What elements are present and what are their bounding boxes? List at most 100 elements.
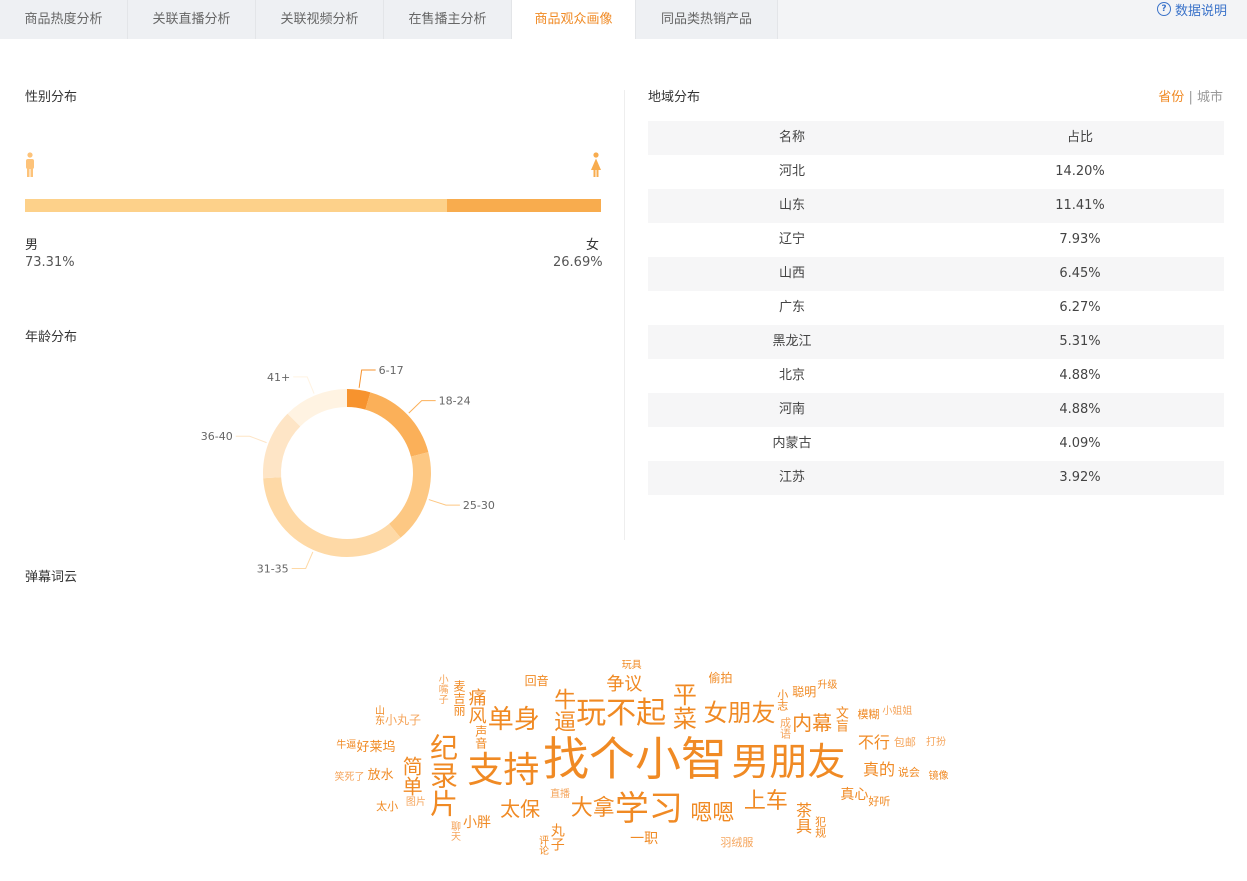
region-name: 北京 — [778, 368, 805, 383]
male-percent: 73.31% — [25, 255, 75, 270]
word-cloud-term: 牛逼 — [336, 739, 357, 751]
tab-hot-products[interactable]: 同品类热销产品 — [636, 0, 778, 39]
word-cloud-term: 升级 — [817, 680, 838, 692]
table-row: 北京 4.88% — [648, 359, 1224, 393]
table-row: 辽宁 7.93% — [648, 223, 1224, 257]
gender-title: 性别分布 — [25, 90, 78, 105]
age-title: 年龄分布 — [25, 330, 78, 345]
word-cloud-term: 大拿 — [570, 795, 615, 821]
region-name: 内蒙古 — [772, 436, 812, 451]
age-label: 36-40 — [201, 430, 233, 443]
word-cloud-term: 好听 — [868, 794, 891, 808]
region-name: 河北 — [778, 164, 805, 179]
switch-separator: | — [1188, 90, 1193, 105]
column-divider — [624, 90, 625, 540]
region-name: 黑龙江 — [772, 334, 812, 349]
word-cloud-term: 山东 — [372, 704, 384, 725]
age-label: 41+ — [267, 371, 290, 384]
age-leader-line — [358, 369, 376, 388]
word-cloud-term: 聊天 — [448, 820, 460, 841]
word-cloud-term: 模糊 — [857, 707, 880, 721]
danmaku-word-cloud: 找个小智 男朋友 支持 学习 玩不起 纪录片 单身 女朋友 平菜 大拿 上车 牛逼 嗯嗯 太保 简单 内幕 争议… — [240, 620, 1030, 880]
age-slice-36-40[interactable] — [263, 413, 301, 479]
table-row: 黑龙江 5.31% — [648, 325, 1224, 359]
word-cloud-term: 包邮 — [893, 735, 916, 749]
age-leader-line — [408, 400, 436, 414]
word-cloud-term: 回音 — [524, 673, 549, 688]
word-cloud-term: 简单 — [399, 756, 424, 797]
word-cloud-term: 平菜 — [668, 681, 697, 730]
table-row: 内蒙古 4.09% — [648, 427, 1224, 461]
word-cloud-term: 镜像 — [928, 770, 949, 782]
tab-audience-profile[interactable]: 商品观众画像 — [512, 0, 636, 39]
word-cloud-term: 聪明 — [792, 684, 817, 699]
tab-product-heat[interactable]: 商品热度分析 — [0, 0, 128, 39]
word-cloud-term: 笑死了 — [334, 771, 365, 783]
age-slice-41+[interactable] — [287, 389, 347, 427]
region-name: 辽宁 — [778, 232, 805, 247]
region-share: 5.31% — [1059, 334, 1101, 349]
word-cloud-term: 犯规 — [813, 815, 827, 838]
age-slice-18-24[interactable] — [365, 392, 429, 457]
region-share: 11.41% — [1055, 198, 1105, 213]
tab-related-video[interactable]: 关联视频分析 — [256, 0, 384, 39]
female-percent: 26.69% — [553, 255, 603, 270]
word-cloud-term: 直播 — [550, 789, 571, 801]
tab-related-live[interactable]: 关联直播分析 — [128, 0, 256, 39]
tab-sellers[interactable]: 在售播主分析 — [384, 0, 512, 39]
age-leader-line — [235, 435, 267, 444]
word-cloud-term: 真心 — [840, 787, 869, 804]
table-row: 山东 11.41% — [648, 189, 1224, 223]
age-slice-25-30[interactable] — [389, 452, 432, 538]
age-slice-31-35[interactable] — [263, 477, 401, 557]
region-name: 江苏 — [778, 470, 805, 485]
word-cloud-term: 丸子 — [548, 822, 565, 851]
age-donut-chart: 6-17 18-24 25-30 31-35 36-40 41+ — [201, 364, 495, 575]
word-cloud-term: 太小 — [376, 799, 399, 813]
word-cloud-term: 放水 — [367, 768, 394, 784]
word-cloud-term: 茶具 — [793, 802, 813, 835]
data-help-link[interactable]: ? 数据说明 — [1156, 0, 1227, 19]
word-cloud-term: 嗯嗯 — [690, 801, 735, 827]
table-row: 广东 6.27% — [648, 291, 1224, 325]
word-cloud-term: 成语 — [778, 716, 792, 739]
region-share: 4.09% — [1059, 436, 1101, 451]
region-share: 4.88% — [1059, 402, 1101, 417]
age-leader-line — [293, 376, 315, 394]
region-table: 名称 占比 河北 14.20% 山东 11.41% 辽宁 7.93% 山西 6.45% … — [648, 121, 1224, 495]
word-cloud-term: 男朋友 — [731, 740, 846, 785]
word-cloud-term: 玩具 — [621, 659, 642, 671]
word-cloud-term: 一职 — [630, 830, 659, 847]
region-title: 地域分布 — [648, 90, 701, 105]
female-icon — [590, 152, 602, 182]
region-share: 14.20% — [1055, 164, 1105, 179]
question-circle-icon: ? — [1156, 2, 1171, 16]
region-name: 广东 — [778, 300, 805, 315]
female-label: 女 — [586, 238, 600, 253]
age-label: 6-17 — [379, 364, 404, 377]
word-cloud-term: 小胖 — [462, 814, 491, 831]
word-cloud-term: 文盲 — [832, 705, 848, 732]
table-row: 河北 14.20% — [648, 155, 1224, 189]
word-cloud-term: 麦吉丽 — [451, 679, 466, 716]
age-label: 25-30 — [463, 499, 495, 512]
gender-ratio-bar — [25, 199, 601, 212]
word-cloud-term: 评论 — [536, 835, 548, 856]
province-toggle[interactable]: 省份 — [1158, 90, 1184, 105]
column-share: 占比 — [1066, 130, 1093, 145]
wordcloud-title: 弹幕词云 — [25, 570, 78, 585]
male-label: 男 — [25, 238, 39, 253]
word-cloud-term: 支持 — [467, 750, 540, 791]
word-cloud-term: 女朋友 — [703, 699, 776, 728]
table-row: 河南 4.88% — [648, 393, 1224, 427]
male-icon — [25, 152, 35, 182]
table-row: 山西 6.45% — [648, 257, 1224, 291]
word-cloud-term: 痛风 — [465, 687, 487, 724]
region-name: 山东 — [778, 198, 805, 213]
region-share: 4.88% — [1059, 368, 1101, 383]
data-help-label: 数据说明 — [1174, 3, 1227, 19]
city-toggle[interactable]: 城市 — [1197, 90, 1223, 105]
word-cloud-term: 玩不起 — [576, 696, 667, 732]
word-cloud-term: 声音 — [473, 724, 488, 749]
word-cloud-term: 找个小智 — [543, 731, 727, 786]
